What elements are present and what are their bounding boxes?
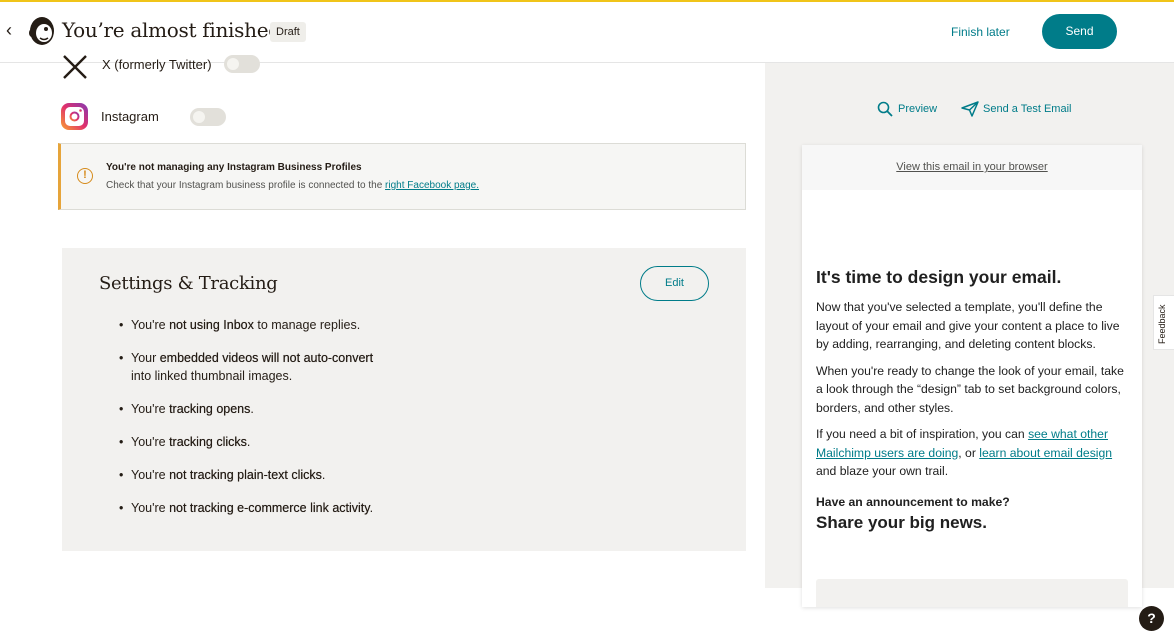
- email-design-link[interactable]: learn about email design: [979, 446, 1112, 460]
- preview-button[interactable]: Preview: [877, 101, 937, 117]
- email-paragraph: If you need a bit of inspiration, you ca…: [816, 427, 1113, 478]
- back-chevron-icon[interactable]: ‹: [6, 20, 12, 41]
- twitter-toggle[interactable]: [223, 55, 260, 73]
- instagram-icon: [61, 103, 88, 130]
- instagram-warning: ! You're not managing any Instagram Busi…: [58, 143, 746, 210]
- paper-plane-icon: [961, 101, 979, 117]
- instagram-toggle[interactable]: [189, 107, 226, 126]
- feedback-tab[interactable]: Feedback: [1153, 295, 1174, 350]
- send-button[interactable]: Send: [1042, 14, 1117, 49]
- big-news-heading: Share your big news.: [816, 512, 987, 532]
- instagram-row: Instagram: [60, 102, 226, 131]
- settings-title: Settings & Tracking: [99, 273, 278, 294]
- warning-text: Check that your Instagram business profi…: [106, 180, 479, 191]
- email-heading: It's time to design your email.: [816, 267, 1062, 287]
- email-paragraph: When you're ready to change the look of …: [816, 363, 1124, 415]
- list-item: You're tracking opens.: [119, 400, 373, 418]
- list-item: You're tracking clicks.: [119, 433, 373, 451]
- list-item: You're not tracking plain-text clicks.: [119, 466, 373, 484]
- list-item: You're not using Inbox to manage replies…: [119, 316, 373, 334]
- instagram-label: Instagram: [101, 109, 159, 124]
- list-item: You're not tracking e-commerce link acti…: [119, 499, 373, 517]
- x-twitter-icon: [63, 55, 87, 79]
- settings-list: You're not using Inbox to manage replies…: [119, 316, 373, 532]
- email-content-block: [816, 579, 1128, 607]
- draft-badge: Draft: [270, 22, 306, 42]
- facebook-page-link[interactable]: right Facebook page.: [385, 180, 479, 191]
- email-preview: View this email in your browser It's tim…: [802, 145, 1142, 607]
- email-paragraph: Now that you've selected a template, you…: [816, 300, 1120, 351]
- help-button[interactable]: ?: [1139, 606, 1164, 631]
- twitter-row: X (formerly Twitter): [60, 52, 260, 82]
- view-in-browser-link[interactable]: View this email in your browser: [896, 161, 1047, 173]
- list-item: Your embedded videos will not auto-conve…: [119, 349, 373, 385]
- edit-settings-button[interactable]: Edit: [640, 266, 709, 301]
- send-test-email-button[interactable]: Send a Test Email: [961, 101, 1071, 117]
- settings-tracking-section: Settings & Tracking Edit You're not usin…: [62, 248, 746, 551]
- finish-later-button[interactable]: Finish later: [951, 25, 1010, 39]
- page-title: You’re almost finished!: [62, 18, 289, 42]
- announcement-text: Have an announcement to make?: [816, 494, 1010, 509]
- search-icon: [877, 101, 893, 117]
- warning-icon: !: [77, 168, 93, 184]
- mailchimp-logo-icon: [29, 17, 54, 45]
- email-body: It's time to design your email. Now that…: [816, 267, 1134, 533]
- twitter-label: X (formerly Twitter): [102, 56, 212, 72]
- view-in-browser-bar: View this email in your browser: [802, 145, 1142, 190]
- warning-title: You're not managing any Instagram Busine…: [106, 162, 362, 173]
